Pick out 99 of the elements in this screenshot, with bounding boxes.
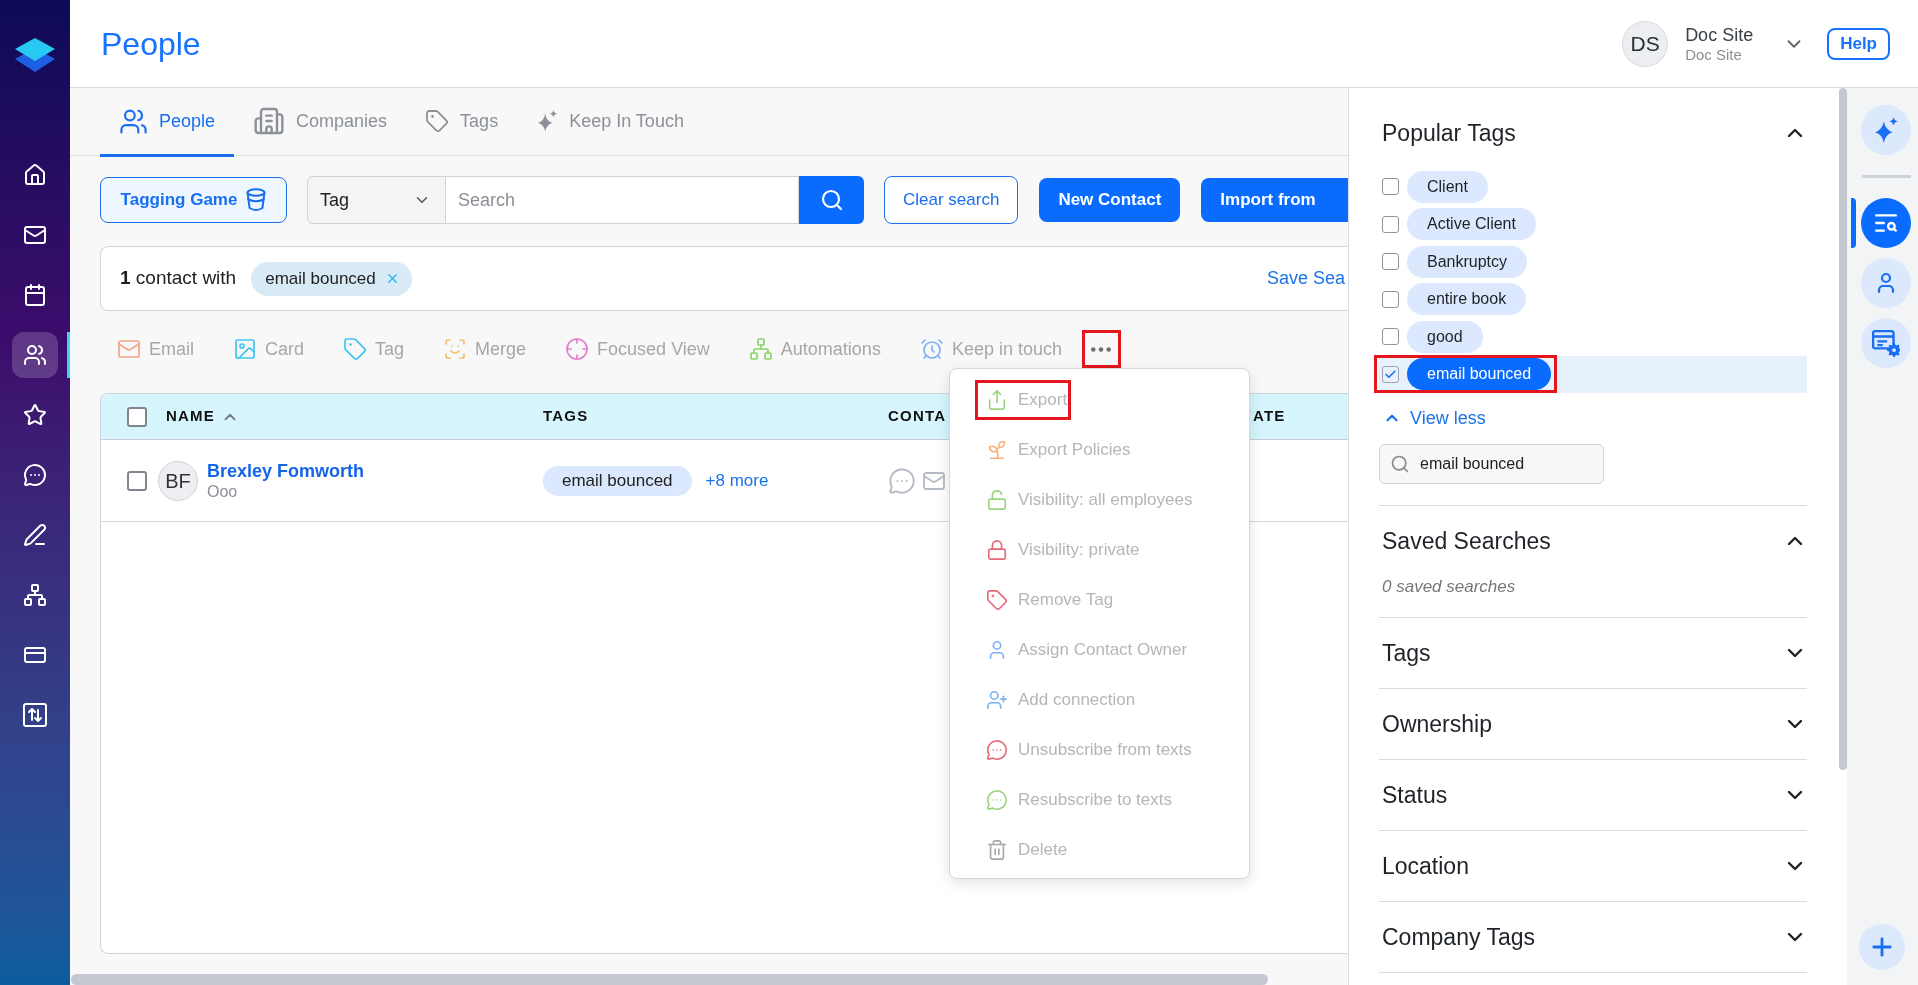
primary-button[interactable]: New Contact	[1039, 178, 1181, 222]
field-select[interactable]: Tag	[307, 176, 446, 224]
vertical-scrollbar[interactable]	[1839, 88, 1847, 770]
search-icon	[1390, 454, 1410, 474]
tab[interactable]: Companies	[234, 88, 407, 157]
tag-icon	[986, 589, 1008, 611]
view-less-link[interactable]: View less	[1379, 403, 1486, 433]
page-title: People	[101, 27, 201, 60]
padlock-icon	[986, 539, 1008, 561]
image-icon	[233, 337, 257, 361]
outline-button[interactable]: Clear search	[884, 176, 1019, 224]
section-toggle[interactable]: Saved Searches	[1379, 506, 1807, 576]
column-header[interactable]: CONTA	[888, 405, 947, 428]
add-button[interactable]	[1859, 924, 1905, 970]
rail-button[interactable]	[1861, 198, 1911, 248]
pen-icon	[23, 523, 47, 547]
empty-note: 0 saved searches	[1381, 576, 1517, 598]
app-logo	[15, 38, 55, 72]
filter-chip[interactable]: email bounced	[251, 261, 412, 296]
cup-icon	[246, 188, 267, 212]
trash-icon	[986, 839, 1008, 861]
avatar: BF	[158, 460, 198, 501]
crosshair-icon	[565, 337, 590, 361]
tag-icon	[343, 337, 368, 361]
more-tags-link[interactable]: +8 more	[705, 467, 769, 494]
section-toggle[interactable]: Ownership	[1379, 689, 1807, 759]
tag-search-field[interactable]: email bounced	[1379, 444, 1604, 484]
people-icon	[23, 343, 47, 367]
plant-icon	[986, 439, 1008, 461]
column-header[interactable]: ATE	[1253, 405, 1286, 428]
checkbox[interactable]	[1382, 365, 1399, 383]
tab[interactable]: Tags	[406, 88, 518, 157]
section-toggle[interactable]: Popular Tags	[1379, 98, 1807, 168]
checkbox[interactable]	[127, 470, 147, 491]
hierarchy-icon	[748, 337, 773, 361]
section-toggle[interactable]: Tags	[1379, 618, 1807, 688]
search-field[interactable]: Search	[446, 176, 799, 224]
tag-chip[interactable]: email bounced	[1407, 358, 1552, 391]
envelope-icon	[117, 337, 141, 361]
tab[interactable]: Keep In Touch	[517, 88, 703, 157]
tag-chip[interactable]: Client	[1407, 170, 1488, 203]
rail-button[interactable]	[1861, 258, 1911, 308]
hierarchy-icon	[23, 583, 47, 607]
checkbox[interactable]	[1382, 328, 1399, 346]
person-plus-icon	[986, 689, 1008, 711]
contact-name-link[interactable]: Brexley Fomworth	[207, 459, 365, 482]
search-button[interactable]	[799, 176, 864, 224]
result-summary: 1 contact with	[120, 266, 237, 291]
tag-chip[interactable]: good	[1407, 320, 1483, 353]
alarm-clock-icon	[919, 337, 944, 361]
save-search-link[interactable]: Save Sea	[1266, 265, 1345, 292]
check-icon	[1384, 367, 1397, 381]
column-header[interactable]: TAGS	[543, 405, 589, 428]
avatar: DS	[1622, 20, 1669, 67]
horizontal-scrollbar[interactable]	[71, 974, 1268, 985]
search-icon	[819, 188, 844, 212]
sidebar-item[interactable]	[12, 332, 58, 378]
tag-chip[interactable]: entire book	[1407, 283, 1527, 316]
more-icon	[1091, 346, 1112, 352]
primary-button[interactable]: Import from	[1201, 178, 1348, 222]
home-icon	[23, 163, 47, 187]
calendar-icon	[23, 283, 47, 307]
tab[interactable]: People	[100, 88, 235, 157]
rail-button[interactable]	[1861, 318, 1911, 368]
tag-chip[interactable]: Bankruptcy	[1407, 245, 1528, 278]
active-indicator	[1851, 198, 1856, 248]
checkbox[interactable]	[1382, 290, 1399, 308]
chat-bubble-icon	[23, 463, 47, 487]
column-header[interactable]: NAME	[166, 405, 239, 428]
help-button[interactable]: Help	[1827, 27, 1890, 60]
user-subtitle: Doc Site	[1685, 45, 1743, 64]
section-toggle[interactable]: Location	[1379, 831, 1807, 901]
checkbox[interactable]	[1382, 178, 1399, 196]
user-name: Doc Site	[1685, 23, 1754, 46]
sparkle-icon	[536, 110, 559, 132]
checkbox[interactable]	[127, 406, 147, 427]
star-icon	[23, 403, 47, 427]
section-toggle[interactable]: Status	[1379, 760, 1807, 830]
sparkle-icon	[1873, 117, 1899, 143]
face-frame-icon	[443, 337, 468, 361]
more-button[interactable]	[1082, 330, 1121, 368]
tag-chip[interactable]: Active Client	[1407, 208, 1536, 241]
search-input[interactable]: email bounced	[1420, 445, 1603, 483]
tag-icon	[425, 109, 450, 133]
active-indicator	[67, 332, 70, 378]
chat-bubble-icon	[986, 789, 1008, 811]
tag-chip: email bounced	[543, 465, 692, 496]
rail-button[interactable]	[1861, 105, 1911, 155]
building-icon	[253, 105, 286, 137]
contact-subtitle: Ooo	[207, 481, 238, 502]
tagging-game-button[interactable]: Tagging Game	[100, 177, 287, 223]
checkbox[interactable]	[1382, 215, 1399, 233]
chat-bubble-icon	[986, 739, 1008, 761]
card-gear-icon	[1872, 329, 1900, 357]
swap-arrows-icon	[23, 703, 47, 727]
envelope-icon	[23, 223, 47, 247]
section-toggle[interactable]: Company Tags	[1379, 902, 1807, 972]
unlocked-padlock-icon	[986, 489, 1008, 511]
checkbox[interactable]	[1382, 253, 1399, 271]
